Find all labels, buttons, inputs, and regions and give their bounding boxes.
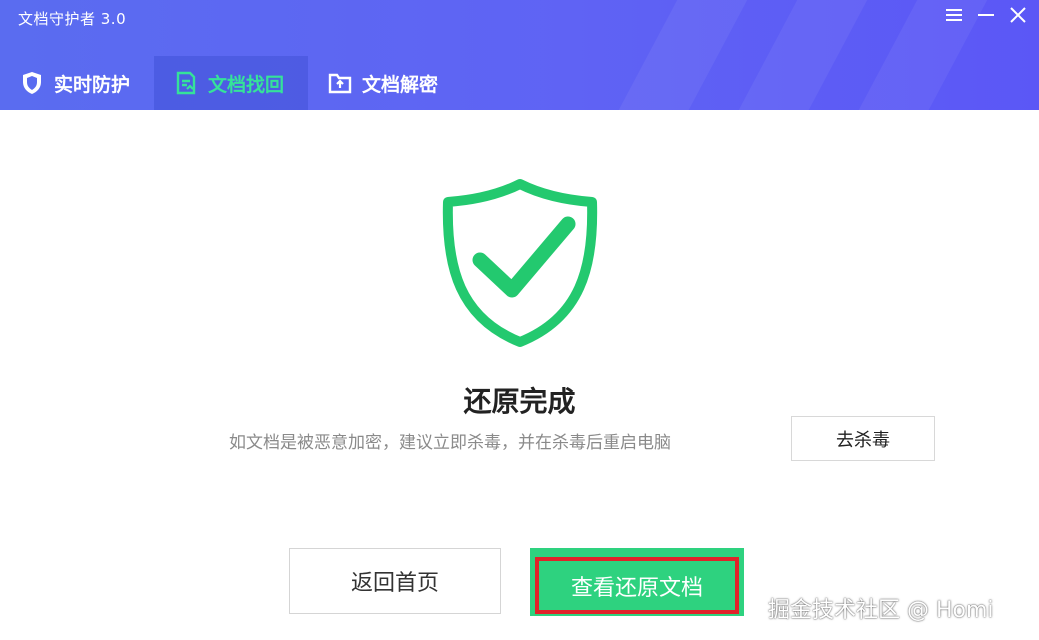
menu-icon[interactable] (939, 2, 969, 28)
tab-realtime-protection[interactable]: 实时防护 (0, 56, 154, 110)
app-title: 文档守护者 3.0 (18, 10, 127, 28)
result-title: 还原完成 (463, 385, 576, 418)
document-recover-icon (174, 71, 198, 95)
antivirus-button[interactable]: 去杀毒 (791, 416, 935, 461)
shield-check-icon (442, 179, 598, 347)
view-restored-docs-button[interactable]: 查看还原文档 (535, 557, 739, 614)
tab-label: 文档解密 (362, 73, 439, 96)
tab-label: 实时防护 (54, 73, 131, 96)
close-icon[interactable] (1003, 2, 1033, 28)
hint-text: 如文档是被恶意加密，建议立即杀毒，并在杀毒后重启电脑 (229, 433, 671, 453)
window-controls (939, 2, 1033, 28)
minimize-icon[interactable] (971, 2, 1001, 28)
tab-bar: 实时防护 文档找回 文档解密 (0, 56, 462, 110)
tab-document-recovery[interactable]: 文档找回 (154, 56, 309, 110)
tab-document-decrypt[interactable]: 文档解密 (308, 56, 462, 110)
header-decoration (581, 0, 769, 110)
watermark: 掘金技术社区 @ Homi (768, 598, 994, 623)
folder-unlock-icon (328, 71, 352, 95)
title-bar: 文档守护者 3.0 实时防护 文档找回 文档解密 (0, 0, 1039, 110)
back-home-button[interactable]: 返回首页 (289, 548, 501, 614)
view-restored-button-container: 查看还原文档 (530, 548, 744, 616)
shield-icon (20, 71, 44, 95)
tab-label: 文档找回 (208, 73, 285, 96)
